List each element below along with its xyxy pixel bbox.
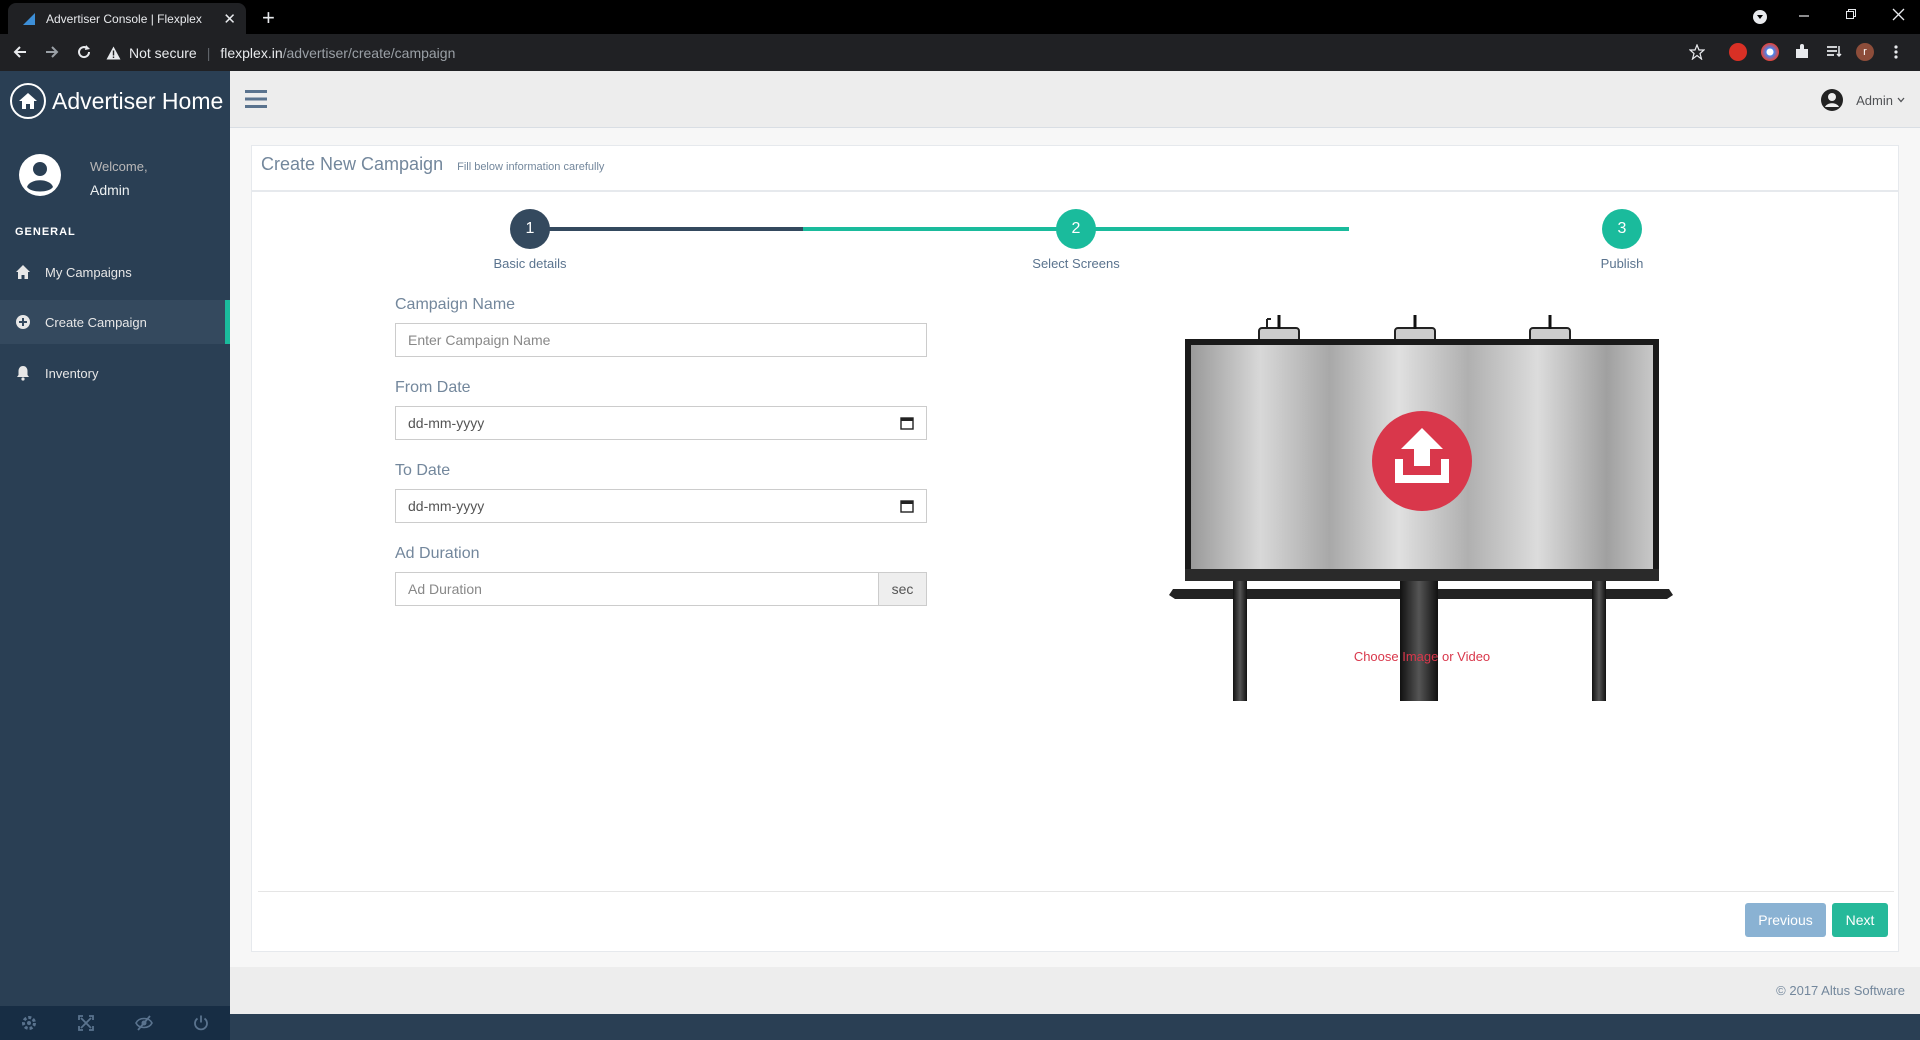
browser-tab[interactable]: Advertiser Console | Flexplex ✕ (8, 3, 246, 34)
campaign-name-input[interactable]: Enter Campaign Name (395, 323, 927, 357)
sidebar-item-label: Create Campaign (45, 314, 147, 330)
sidebar-item-label: My Campaigns (45, 264, 132, 280)
top-nav: Admin (230, 71, 1920, 128)
step-1-circle[interactable]: 1 (510, 209, 550, 249)
minimize-icon[interactable] (1798, 10, 1810, 22)
profile-avatar-icon[interactable]: r (1856, 43, 1874, 61)
sidebar: Advertiser Home Welcome, Admin GENERAL M… (0, 71, 230, 1040)
fullscreen-icon[interactable] (77, 1014, 95, 1032)
power-icon[interactable] (192, 1014, 210, 1032)
sidebar-item-my-campaigns[interactable]: My Campaigns (0, 250, 230, 294)
restore-icon[interactable] (1845, 8, 1857, 20)
browser-address-bar: Not secure | flexplex.in /advertiser/cre… (0, 34, 1920, 71)
profile-name: Admin (90, 182, 130, 198)
tab-title: Advertiser Console | Flexplex (46, 11, 202, 26)
campaign-panel: Create New Campaign Fill below informati… (251, 145, 1899, 952)
profile-section: Welcome, Admin (18, 153, 148, 198)
home-icon (16, 265, 30, 279)
not-secure-label[interactable]: Not secure (129, 45, 197, 61)
step-2-circle[interactable]: 2 (1056, 209, 1096, 249)
campaign-name-label: Campaign Name (395, 296, 516, 313)
url-path: /advertiser/create/campaign (282, 44, 456, 61)
home-circle-icon (10, 83, 46, 119)
to-date-label: To Date (395, 462, 451, 479)
user-dropdown[interactable]: Admin (1820, 88, 1905, 112)
panel-footer-divider (258, 891, 1894, 892)
step-2-label: Select Screens (1032, 256, 1120, 271)
url-bar[interactable]: Not secure | flexplex.in /advertiser/cre… (106, 39, 1700, 66)
step-3-label: Publish (1600, 256, 1644, 271)
plus-circle-icon (16, 315, 30, 329)
to-date-input[interactable]: dd-mm-yyyy (395, 489, 927, 523)
choose-media-text: Choose Image or Video (1353, 649, 1491, 664)
url-domain: flexplex.in (220, 44, 283, 61)
ad-duration-unit: sec (879, 572, 927, 606)
next-button[interactable]: Next (1832, 903, 1888, 937)
brand[interactable]: Advertiser Home (10, 83, 223, 119)
from-date-input[interactable]: dd-mm-yyyy (395, 406, 927, 440)
calendar-icon[interactable] (900, 499, 914, 513)
close-window-icon[interactable] (1892, 8, 1905, 21)
sidebar-footer (0, 1006, 230, 1040)
welcome-text: Welcome, (90, 159, 148, 174)
close-tab-icon[interactable]: ✕ (223, 10, 236, 28)
step-1-label: Basic details (493, 256, 567, 271)
reload-icon[interactable] (76, 44, 92, 60)
reading-list-icon[interactable] (1825, 43, 1843, 61)
calendar-icon[interactable] (900, 416, 914, 430)
bookmark-star-icon[interactable] (1689, 44, 1705, 60)
from-date-value: dd-mm-yyyy (408, 415, 485, 431)
chevron-down-icon (1897, 97, 1905, 103)
new-tab-button[interactable]: + (262, 5, 275, 31)
billboard-illustration (1169, 315, 1673, 701)
gear-icon[interactable] (20, 1014, 38, 1032)
previous-button[interactable]: Previous (1745, 903, 1826, 937)
brand-title: Advertiser Home (52, 87, 224, 114)
user-avatar-icon (19, 154, 61, 196)
step-connector-completed (530, 227, 803, 231)
media-control-icon[interactable] (1752, 9, 1768, 25)
url-separator: | (206, 44, 211, 61)
menu-toggle-icon[interactable] (245, 89, 267, 109)
ad-duration-input[interactable]: Ad Duration (395, 572, 879, 606)
menu-section-title: GENERAL (15, 226, 76, 238)
eye-slash-icon[interactable] (134, 1014, 153, 1032)
copyright-text: © 2017 Altus Software (1776, 983, 1905, 998)
browser-menu-icon[interactable] (1893, 44, 1899, 60)
extensions-puzzle-icon[interactable] (1793, 43, 1811, 61)
ad-duration-group: Ad Duration sec (395, 572, 927, 606)
browser-tab-bar: Advertiser Console | Flexplex ✕ + (0, 0, 1920, 34)
from-date-label: From Date (395, 379, 471, 396)
sidebar-item-label: Inventory (45, 365, 99, 381)
billboard-upload-area[interactable]: Choose Image or Video (1167, 311, 1677, 701)
forward-icon[interactable] (44, 44, 60, 60)
campaign-form: Campaign Name Enter Campaign Name From D… (395, 296, 927, 606)
bottom-strip (230, 1014, 1920, 1040)
to-date-value: dd-mm-yyyy (408, 498, 485, 514)
wizard-steps: 1 Basic details 2 Select Screens 3 Publi… (252, 146, 1898, 286)
sidebar-item-create-campaign[interactable]: Create Campaign (0, 300, 230, 344)
step-3-circle[interactable]: 3 (1602, 209, 1642, 249)
page-footer: © 2017 Altus Software (230, 967, 1920, 1014)
extension-adblock-icon[interactable] (1729, 43, 1747, 61)
user-avatar-icon (1821, 89, 1844, 111)
bell-icon (17, 366, 29, 381)
user-name: Admin (1856, 92, 1893, 108)
ad-duration-label: Ad Duration (395, 545, 480, 562)
back-icon[interactable] (12, 44, 28, 60)
extension-chrome-icon[interactable] (1761, 43, 1779, 61)
warning-icon (106, 46, 121, 59)
sidebar-item-inventory[interactable]: Inventory (0, 351, 230, 395)
flexplex-favicon-icon (23, 12, 35, 25)
